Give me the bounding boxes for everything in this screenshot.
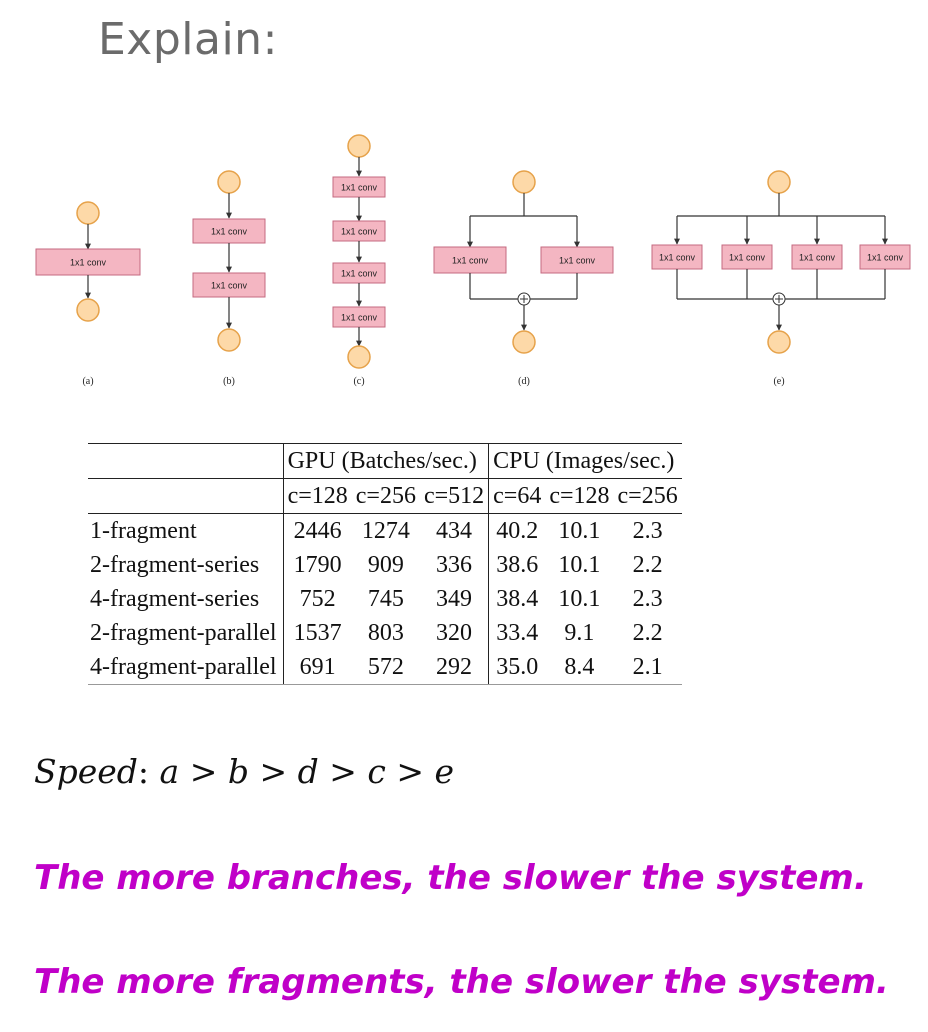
conv-box-label: 1x1 conv xyxy=(211,227,248,237)
cell: 8.4 xyxy=(545,650,614,685)
cell: 292 xyxy=(419,650,489,685)
subfigure-caption: (d) xyxy=(518,376,530,387)
cell: 2.1 xyxy=(613,650,682,685)
conv-box-label: 1x1 conv xyxy=(70,258,107,268)
cell: 10.1 xyxy=(558,586,601,612)
row-label: 2-fragment-parallel xyxy=(90,620,277,646)
tensor-node xyxy=(512,330,536,354)
sub-header: c=256 xyxy=(351,478,420,514)
cell: 2.3 xyxy=(613,513,682,548)
speed-label: Speed xyxy=(34,752,138,791)
row-label: 4-fragment-parallel xyxy=(88,650,284,685)
tensor-node xyxy=(76,298,100,322)
row-label: 1-fragment xyxy=(88,513,284,548)
speed-colon: : xyxy=(137,752,160,791)
cpu-header: CPU (Images/sec.) xyxy=(488,443,682,479)
conv-box-label: 1x1 conv xyxy=(211,281,248,291)
cell: 2446 xyxy=(282,513,352,548)
cell: 1274 xyxy=(351,513,420,548)
tensor-node xyxy=(512,170,536,194)
sub-header: c=512 xyxy=(419,478,489,514)
cell: 2.2 xyxy=(632,620,663,646)
cell: 10.1 xyxy=(545,513,614,548)
cell: 33.4 xyxy=(488,616,546,650)
cell: 38.6 xyxy=(488,548,546,582)
conv-box-label: 1x1 conv xyxy=(867,253,904,263)
cell: 572 xyxy=(351,650,420,685)
tensor-node xyxy=(347,345,371,369)
sub-header: c=128 xyxy=(282,478,352,514)
conv-box-label: 1x1 conv xyxy=(799,253,836,263)
conv-box-label: 1x1 conv xyxy=(729,253,766,263)
subfigure-caption: (c) xyxy=(353,376,364,387)
conv-box-label: 1x1 conv xyxy=(559,256,596,266)
sub-header: c=128 xyxy=(545,478,614,514)
conv-box-label: 1x1 conv xyxy=(341,313,378,323)
fragment-structures-diagram: 1x1 conv (a) 1x1 conv 1x1 conv (b) 1x1 conv 1x… xyxy=(0,130,928,410)
speed-ranking: Speed: a > b > d > c > e xyxy=(34,752,454,791)
conv-box-label: 1x1 conv xyxy=(341,227,378,237)
cell: 803 xyxy=(367,620,404,646)
speed-table: GPU (Batches/sec.) CPU (Images/sec.) c=1… xyxy=(88,443,682,685)
cell: 40.2 xyxy=(488,513,546,548)
row-label: 4-fragment-series xyxy=(90,586,260,612)
sub-header: c=256 xyxy=(613,478,682,514)
tensor-node xyxy=(217,170,241,194)
table-corner xyxy=(88,443,284,479)
cell: 745 xyxy=(367,586,404,612)
conclusion-fragments: The more fragments, the slower the syste… xyxy=(34,962,889,1002)
cell: 2.2 xyxy=(632,552,663,578)
table-corner-2 xyxy=(88,478,284,514)
cell: 10.1 xyxy=(558,552,601,578)
table-row: 4-fragment-series 752 745 349 38.4 10.1 … xyxy=(88,582,682,616)
sub-header: c=64 xyxy=(488,478,546,514)
cell: 320 xyxy=(436,620,473,646)
table-row: 1-fragment 2446 1274 434 40.2 10.1 2.3 xyxy=(88,513,682,548)
page-title: Explain: xyxy=(98,14,278,65)
conv-box-label: 1x1 conv xyxy=(341,269,378,279)
table-row: 2-fragment-series 1790 909 336 38.6 10.1… xyxy=(88,548,682,582)
subfigure-caption: (b) xyxy=(223,376,235,387)
speed-expression: a > b > d > c > e xyxy=(159,752,454,791)
tensor-node xyxy=(76,201,100,225)
gpu-header: GPU (Batches/sec.) xyxy=(282,443,489,479)
tensor-node xyxy=(217,328,241,352)
conv-box-label: 1x1 conv xyxy=(452,256,489,266)
conclusion-branches: The more branches, the slower the system… xyxy=(34,858,867,898)
cell: 2.3 xyxy=(632,586,663,612)
subfigure-caption: (e) xyxy=(773,376,784,387)
cell: 434 xyxy=(419,513,489,548)
cell: 9.1 xyxy=(564,620,595,646)
table-row: 4-fragment-parallel 691 572 292 35.0 8.4… xyxy=(88,650,682,685)
cell: 752 xyxy=(282,582,352,616)
cell: 691 xyxy=(282,650,352,685)
cell: 336 xyxy=(436,552,473,578)
cell: 1537 xyxy=(282,616,352,650)
cell: 349 xyxy=(436,586,473,612)
cell: 1790 xyxy=(282,548,352,582)
tensor-node xyxy=(767,170,791,194)
cell: 38.4 xyxy=(488,582,546,616)
tensor-node xyxy=(347,134,371,158)
cell: 909 xyxy=(367,552,404,578)
row-label: 2-fragment-series xyxy=(90,552,260,578)
subfigure-caption: (a) xyxy=(82,376,93,387)
conv-box-label: 1x1 conv xyxy=(659,253,696,263)
conv-box-label: 1x1 conv xyxy=(341,183,378,193)
tensor-node xyxy=(767,330,791,354)
table-row: 2-fragment-parallel 1537 803 320 33.4 9.… xyxy=(88,616,682,650)
cell: 35.0 xyxy=(488,650,546,685)
